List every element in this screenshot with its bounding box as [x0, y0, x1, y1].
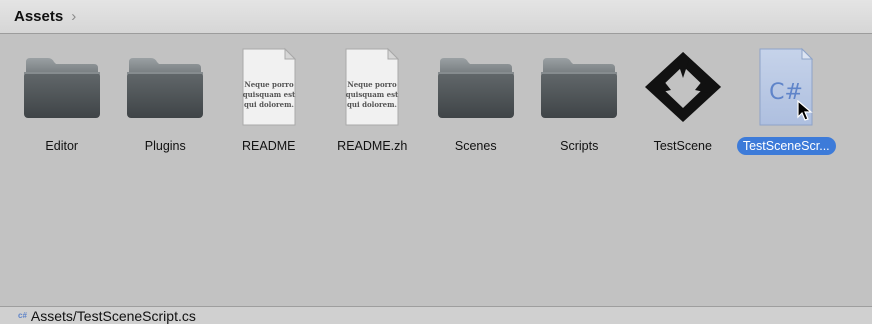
asset-item-editor[interactable]: Editor — [10, 46, 114, 166]
folder-icon — [431, 46, 521, 128]
folder-icon — [17, 46, 107, 128]
mouse-cursor-icon — [797, 100, 813, 121]
text-document-icon: Neque porro quisquam est qui dolorem. — [327, 46, 417, 128]
chevron-right-icon: › — [71, 8, 77, 25]
preview-line: Neque porro — [348, 80, 398, 89]
asset-item-scenes[interactable]: Scenes — [424, 46, 528, 166]
asset-label: TestScene — [653, 139, 712, 153]
csharp-script-icon: C# — [741, 46, 831, 128]
asset-label: TestSceneScr... — [736, 137, 836, 155]
breadcrumb-assets[interactable]: Assets — [14, 8, 63, 25]
csharp-file-icon: c# — [18, 311, 27, 320]
breadcrumb: Assets › — [0, 0, 872, 34]
asset-item-readme-zh[interactable]: Neque porro quisquam est qui dolorem. RE… — [321, 46, 425, 166]
preview-line: quisquam est — [242, 90, 295, 99]
asset-item-testscenescript[interactable]: C# TestSceneScr... — [735, 46, 839, 166]
asset-label: Plugins — [144, 139, 186, 153]
folder-icon — [534, 46, 624, 128]
asset-item-readme[interactable]: Neque porro quisquam est qui dolorem. RE… — [217, 46, 321, 166]
preview-line: Neque porro — [244, 80, 294, 89]
selected-asset-path: Assets/TestSceneScript.cs — [30, 307, 196, 324]
preview-line: qui dolorem. — [347, 100, 397, 109]
unity-scene-icon — [638, 46, 728, 128]
asset-grid: Editor Plugins Neque porro quisquam est … — [10, 46, 838, 166]
asset-item-scripts[interactable]: Scripts — [528, 46, 632, 166]
asset-label: README.zh — [337, 139, 408, 153]
asset-label: Editor — [45, 139, 79, 153]
asset-item-testscene[interactable]: TestScene — [631, 46, 735, 166]
preview-line: qui dolorem. — [244, 100, 294, 109]
asset-label: Scenes — [454, 139, 497, 153]
asset-item-plugins[interactable]: Plugins — [114, 46, 218, 166]
text-document-icon: Neque porro quisquam est qui dolorem. — [224, 46, 314, 128]
folder-icon — [120, 46, 210, 128]
asset-label: README — [242, 139, 296, 153]
asset-label: Scripts — [560, 139, 599, 153]
status-bar: c# Assets/TestSceneScript.cs — [0, 306, 872, 324]
preview-line: quisquam est — [346, 90, 399, 99]
